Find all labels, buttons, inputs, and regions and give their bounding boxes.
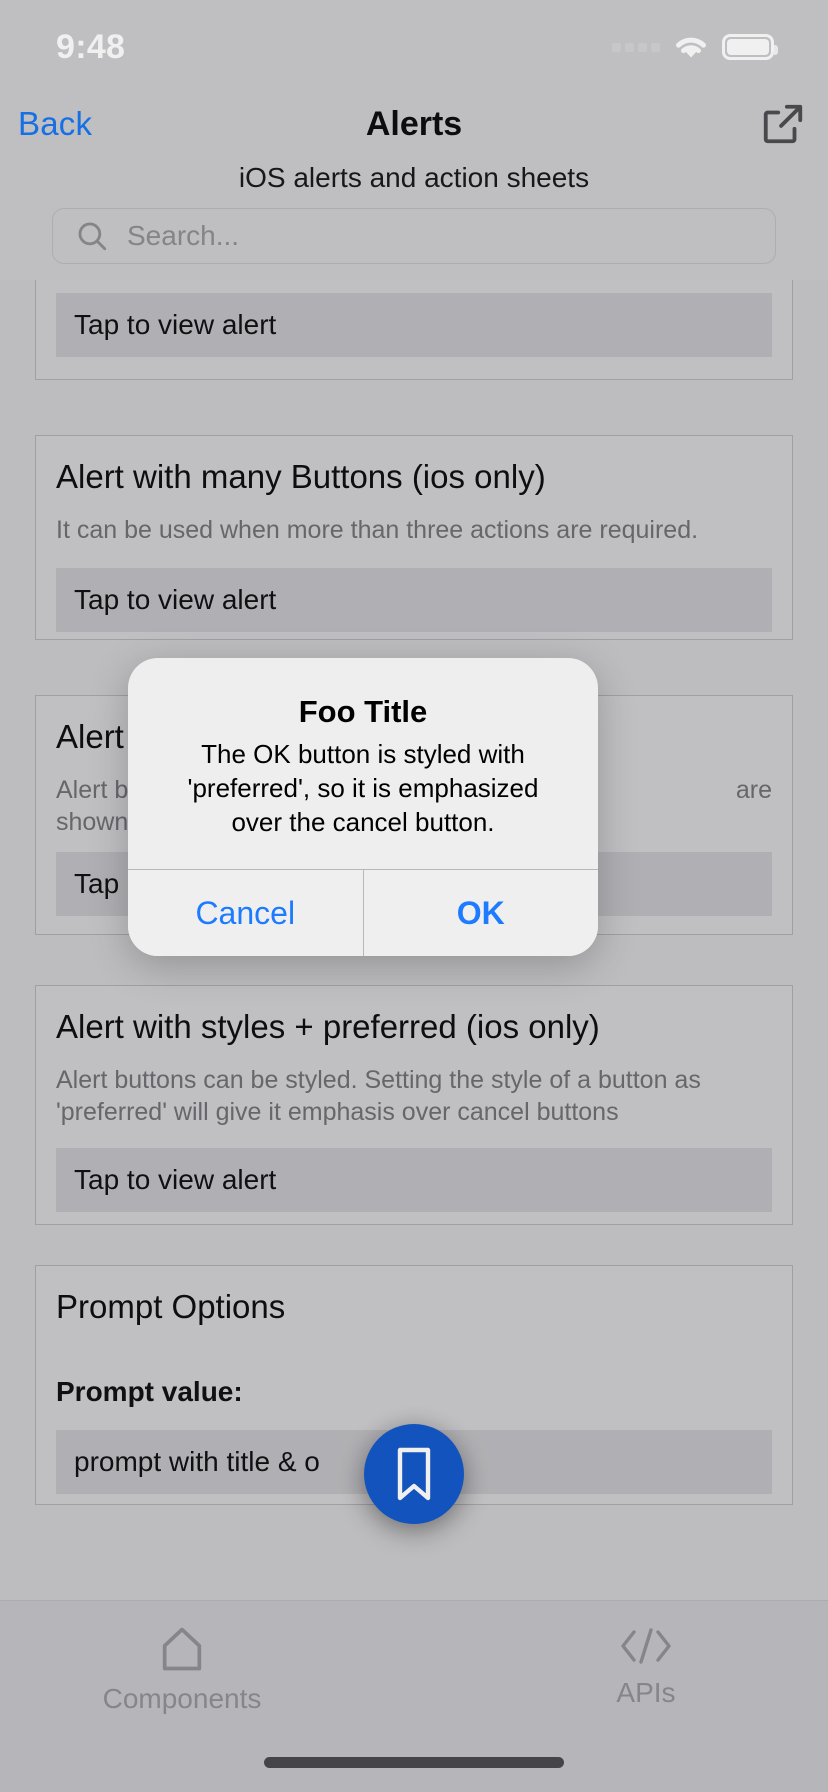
alert-message: The OK button is styled with 'preferred'… <box>187 739 539 837</box>
phone-screen: 9:48 Back Alerts iOS alerts and action s… <box>0 0 828 1792</box>
alert-body: Foo Title The OK button is styled with '… <box>128 658 598 869</box>
alert-title: Foo Title <box>298 694 428 729</box>
alert-ok-button[interactable]: OK <box>363 870 598 957</box>
alert-dialog: Foo Title The OK button is styled with '… <box>128 658 598 957</box>
alert-cancel-button[interactable]: Cancel <box>128 870 363 957</box>
alert-actions: Cancel OK <box>128 869 598 957</box>
